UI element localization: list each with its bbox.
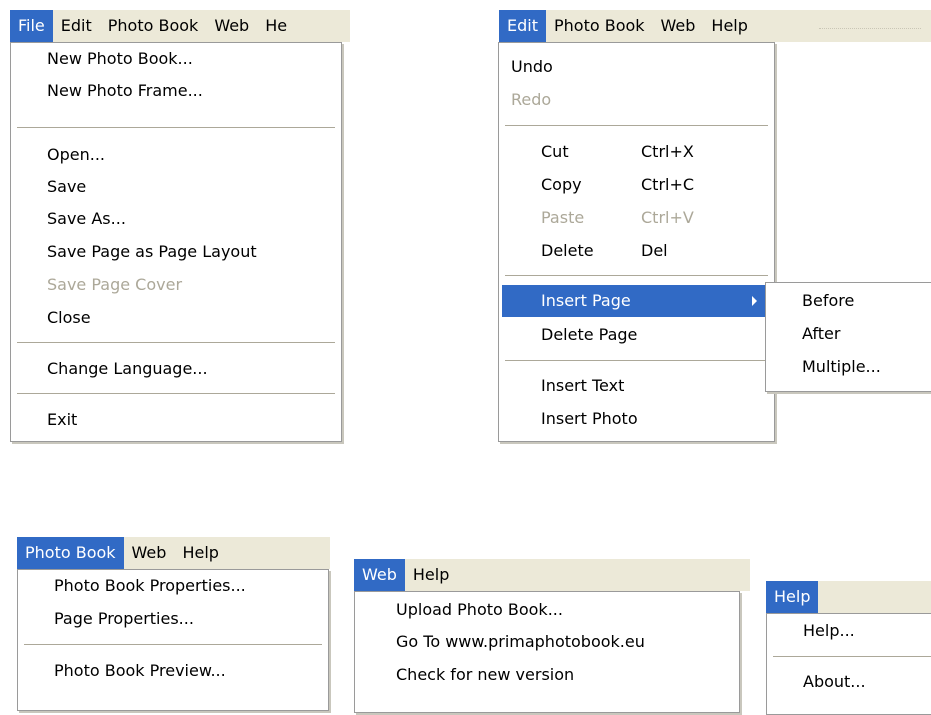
menu-separator (17, 393, 335, 395)
menu-separator (17, 342, 335, 344)
menu-item-delete[interactable]: Delete Del (499, 235, 774, 267)
file-dropdown: New Photo Book... New Photo Frame... Ope… (10, 42, 342, 442)
menu-item-redo: Redo (511, 90, 552, 109)
menu-separator (17, 127, 335, 129)
menu-item-page-properties[interactable]: Page Properties... (18, 603, 328, 635)
edit-dropdown: Undo Redo Cut Ctrl+X Copy Ctrl+C Paste Ctrl… (498, 42, 775, 442)
menu-item-insert-page[interactable]: Insert Page (502, 285, 771, 317)
menu-item-upload-photo-book[interactable]: Upload Photo Book... (355, 594, 739, 626)
insert-page-submenu: Before After Multiple... (765, 282, 931, 392)
submenu-item-multiple[interactable]: Multiple... (766, 351, 931, 383)
menubar-help[interactable]: He (257, 10, 295, 42)
menubar-edit[interactable]: Edit (499, 10, 546, 42)
menu-item-new-photo-book[interactable]: New Photo Book... (11, 43, 341, 75)
menu-separator (505, 125, 768, 127)
menu-item-new-photo-frame[interactable]: New Photo Frame... (11, 75, 341, 107)
submenu-arrow-icon (752, 296, 757, 306)
menu-item-photo-book-properties[interactable]: Photo Book Properties... (18, 570, 328, 602)
menu-item-undo[interactable]: Undo (499, 51, 774, 83)
shortcut-delete: Del (641, 241, 668, 260)
menubar-photo-book[interactable]: Photo Book (546, 10, 653, 42)
menu-item-cut[interactable]: Cut Ctrl+X (499, 136, 774, 168)
shortcut-cut: Ctrl+X (641, 142, 694, 161)
menu-item-change-language[interactable]: Change Language... (11, 353, 341, 385)
menubar-web[interactable]: Web (124, 537, 175, 569)
menubar-help[interactable]: Help (174, 537, 226, 569)
menu-item-about[interactable]: About... (767, 666, 931, 698)
menu-item-insert-text[interactable]: Insert Text (499, 370, 774, 402)
menubar-photo-book[interactable]: Photo Book (100, 10, 207, 42)
menubar: File Edit Photo Book Web He (10, 10, 350, 42)
menu-item-help[interactable]: Help... (767, 615, 931, 647)
menu-item-photo-book-preview[interactable]: Photo Book Preview... (18, 655, 328, 687)
help-menu-panel: Help Help... About... (760, 525, 931, 715)
menubar-edit[interactable]: Edit (53, 10, 100, 42)
menu-item-delete-page[interactable]: Delete Page (499, 319, 774, 351)
menubar-help[interactable]: Help (703, 10, 755, 42)
menubar-web[interactable]: Web (653, 10, 704, 42)
menubar-web[interactable]: Web (206, 10, 257, 42)
menu-separator (24, 644, 322, 646)
menubar: Photo Book Web Help (17, 537, 330, 569)
menu-item-copy[interactable]: Copy Ctrl+C (499, 169, 774, 201)
menubar: Help (766, 581, 931, 613)
menu-item-goto-website[interactable]: Go To www.primaphotobook.eu (355, 626, 739, 658)
submenu-item-after[interactable]: After (766, 318, 931, 350)
menu-item-insert-photo[interactable]: Insert Photo (499, 403, 774, 435)
menubar-help[interactable]: Help (766, 581, 819, 613)
menubar-grip-dots (819, 28, 921, 29)
menu-item-save-page-layout[interactable]: Save Page as Page Layout (11, 236, 341, 268)
menubar: Edit Photo Book Web Help (499, 10, 931, 42)
menubar-file[interactable]: File (10, 10, 53, 42)
menubar-help[interactable]: Help (405, 559, 457, 591)
menu-item-save-page-cover: Save Page Cover (47, 275, 183, 294)
file-menu-panel: File Edit Photo Book Web He New Photo Bo… (0, 0, 360, 460)
menu-item-save-as[interactable]: Save As... (11, 203, 341, 235)
menubar-web[interactable]: Web (354, 559, 405, 591)
help-dropdown: Help... About... (766, 613, 931, 715)
shortcut-copy: Ctrl+C (641, 175, 695, 194)
web-menu-panel: Web Help Upload Photo Book... Go To www.… (350, 525, 750, 713)
menu-item-close[interactable]: Close (11, 302, 341, 334)
menu-separator (505, 275, 768, 277)
menu-separator (505, 360, 768, 362)
submenu-item-before[interactable]: Before (766, 285, 931, 317)
menu-item-check-version[interactable]: Check for new version (355, 659, 739, 691)
menu-item-save[interactable]: Save (11, 171, 341, 203)
menubar: Web Help (354, 559, 750, 591)
photobook-menu-panel: Photo Book Web Help Photo Book Propertie… (0, 525, 340, 711)
menu-item-open[interactable]: Open... (11, 139, 341, 171)
menubar-photo-book[interactable]: Photo Book (17, 537, 124, 569)
edit-menu-panel: Edit Photo Book Web Help Undo Redo Cut Ct… (495, 0, 931, 460)
menu-separator (773, 656, 931, 658)
photobook-dropdown: Photo Book Properties... Page Properties… (17, 569, 329, 711)
shortcut-paste: Ctrl+V (641, 208, 694, 227)
menu-item-paste: Paste Ctrl+V (499, 202, 774, 234)
web-dropdown: Upload Photo Book... Go To www.primaphot… (354, 591, 740, 713)
menu-item-exit[interactable]: Exit (11, 404, 341, 436)
